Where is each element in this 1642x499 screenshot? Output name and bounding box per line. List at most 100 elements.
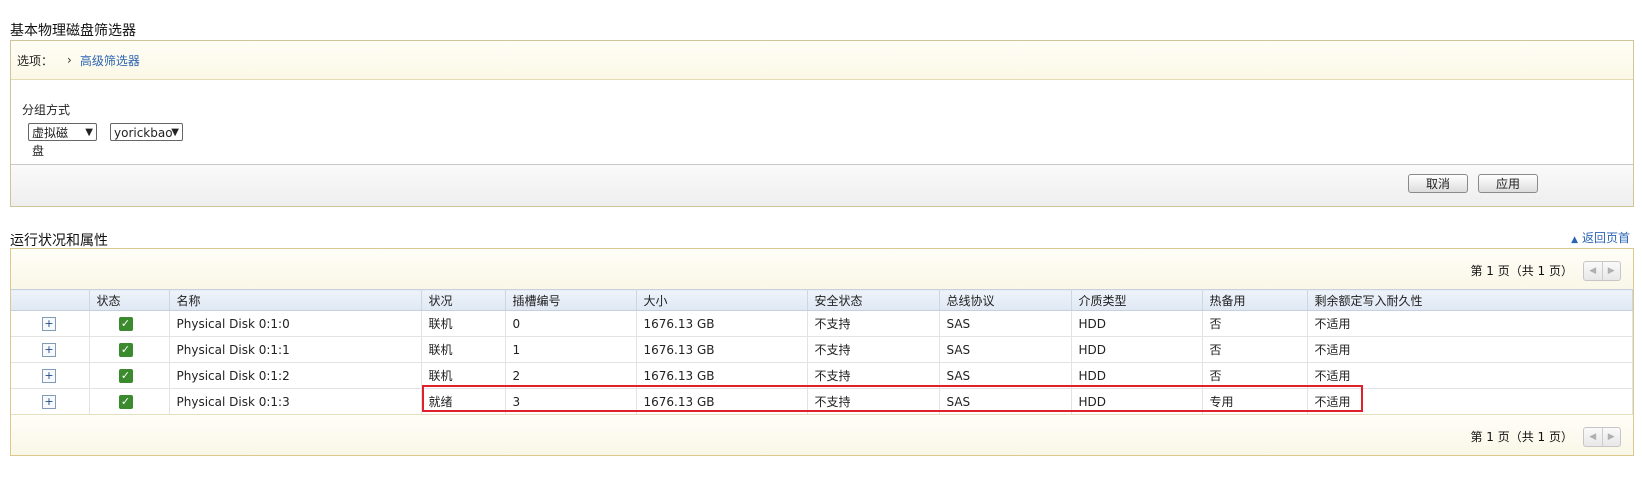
pager-text-bottom: 第 1 页（共 1 页） xyxy=(1470,430,1573,444)
results-section-title: 运行状况和属性 xyxy=(10,233,108,249)
status-cell: ✓ xyxy=(89,388,170,415)
disk-media: HDD xyxy=(1071,362,1203,389)
disk-bus: SAS xyxy=(939,388,1072,415)
disk-bus: SAS xyxy=(939,362,1072,389)
col-name[interactable]: 名称 xyxy=(169,289,422,311)
disk-bus: SAS xyxy=(939,336,1072,363)
plus-icon[interactable]: + xyxy=(42,369,56,383)
table-row: + ✓ Physical Disk 0:1:1 联机 1 1676.13 GB … xyxy=(11,336,1633,363)
filter-panel: 选项： › 高级筛选器 分组方式 虚拟磁盘 ▼ yorickbao ▼ 取消 应… xyxy=(10,40,1634,207)
pager-top: 第 1 页（共 1 页） ◀ ▶ xyxy=(11,249,1633,289)
next-page-button[interactable]: ▶ xyxy=(1601,428,1621,446)
group-by-label: 分组方式 xyxy=(22,103,71,117)
disk-slot: 1 xyxy=(505,336,637,363)
col-bus-protocol[interactable]: 总线协议 xyxy=(939,289,1072,311)
pager-text: 第 1 页（共 1 页） xyxy=(1470,264,1573,278)
disk-media: HDD xyxy=(1071,388,1203,415)
disk-state: 就绪 xyxy=(421,388,506,415)
disk-size: 1676.13 GB xyxy=(636,310,808,337)
triangle-up-icon: ▲ xyxy=(1571,235,1578,245)
check-icon: ✓ xyxy=(118,395,133,409)
disk-slot: 2 xyxy=(505,362,637,389)
cancel-button[interactable]: 取消 xyxy=(1408,174,1468,193)
expand-cell: + xyxy=(11,388,90,415)
table-row: + ✓ Physical Disk 0:1:3 就绪 3 1676.13 GB … xyxy=(11,388,1633,415)
col-media-type[interactable]: 介质类型 xyxy=(1071,289,1203,311)
chevron-right-icon: › xyxy=(67,53,72,67)
plus-icon[interactable]: + xyxy=(42,395,56,409)
table-header-row: 状态 名称 状况 插槽编号 大小 安全状态 总线协议 介质类型 热备用 剩余额定… xyxy=(11,289,1633,311)
plus-icon[interactable]: + xyxy=(42,343,56,357)
results-panel: 第 1 页（共 1 页） ◀ ▶ 状态 名称 状况 插槽编号 大小 安全状态 总… xyxy=(10,248,1634,456)
options-label: 选项： xyxy=(17,53,54,68)
col-endurance[interactable]: 剩余额定写入耐久性 xyxy=(1307,289,1633,311)
table-row: + ✓ Physical Disk 0:1:2 联机 2 1676.13 GB … xyxy=(11,362,1633,389)
expand-cell: + xyxy=(11,336,90,363)
advanced-filter-link[interactable]: 高级筛选器 xyxy=(80,52,140,69)
disk-hotspare: 否 xyxy=(1202,310,1308,337)
disk-security: 不支持 xyxy=(807,310,940,337)
col-expand xyxy=(11,289,90,311)
disk-name: Physical Disk 0:1:0 xyxy=(169,310,422,337)
pager-buttons: ◀ ▶ xyxy=(1583,261,1621,281)
back-to-top-link[interactable]: ▲ 返回页首 xyxy=(1571,229,1630,246)
check-icon: ✓ xyxy=(118,369,133,383)
disk-table: 状态 名称 状况 插槽编号 大小 安全状态 总线协议 介质类型 热备用 剩余额定… xyxy=(11,289,1633,415)
disk-media: HDD xyxy=(1071,336,1203,363)
group-by-select-value: 虚拟磁盘 xyxy=(32,126,69,158)
expand-cell: + xyxy=(11,310,90,337)
status-cell: ✓ xyxy=(89,336,170,363)
chevron-down-icon: ▼ xyxy=(171,127,179,138)
group-by-select[interactable]: 虚拟磁盘 ▼ xyxy=(28,123,97,158)
disk-media: HDD xyxy=(1071,310,1203,337)
col-security[interactable]: 安全状态 xyxy=(807,289,940,311)
col-status[interactable]: 状态 xyxy=(89,289,170,311)
disk-size: 1676.13 GB xyxy=(636,388,808,415)
disk-security: 不支持 xyxy=(807,388,940,415)
disk-state: 联机 xyxy=(421,310,506,337)
disk-slot: 3 xyxy=(505,388,637,415)
filter-section-title: 基本物理磁盘筛选器 xyxy=(10,23,136,39)
disk-endurance: 不适用 xyxy=(1307,362,1633,389)
disk-bus: SAS xyxy=(939,310,1072,337)
virtual-disk-select[interactable]: yorickbao ▼ xyxy=(110,123,183,141)
status-cell: ✓ xyxy=(89,362,170,389)
prev-page-button[interactable]: ◀ xyxy=(1584,428,1602,446)
disk-endurance: 不适用 xyxy=(1307,388,1633,415)
apply-button[interactable]: 应用 xyxy=(1478,174,1538,193)
expand-cell: + xyxy=(11,362,90,389)
check-icon: ✓ xyxy=(118,317,133,331)
virtual-disk-select-value: yorickbao xyxy=(114,126,173,140)
disk-endurance: 不适用 xyxy=(1307,310,1633,337)
col-size[interactable]: 大小 xyxy=(636,289,808,311)
disk-security: 不支持 xyxy=(807,362,940,389)
col-hot-spare[interactable]: 热备用 xyxy=(1202,289,1308,311)
plus-icon[interactable]: + xyxy=(42,317,56,331)
disk-hotspare: 否 xyxy=(1202,336,1308,363)
disk-name: Physical Disk 0:1:1 xyxy=(169,336,422,363)
disk-state: 联机 xyxy=(421,362,506,389)
disk-hotspare: 专用 xyxy=(1202,388,1308,415)
prev-page-button[interactable]: ◀ xyxy=(1584,262,1602,280)
disk-size: 1676.13 GB xyxy=(636,362,808,389)
options-bar: 选项： › 高级筛选器 xyxy=(11,41,1633,80)
back-to-top-label: 返回页首 xyxy=(1581,231,1630,245)
next-page-button[interactable]: ▶ xyxy=(1601,262,1621,280)
disk-state: 联机 xyxy=(421,336,506,363)
disk-endurance: 不适用 xyxy=(1307,336,1633,363)
chevron-down-icon: ▼ xyxy=(85,127,93,138)
pager-bottom: 第 1 页（共 1 页） ◀ ▶ xyxy=(11,414,1633,455)
table-row: + ✓ Physical Disk 0:1:0 联机 0 1676.13 GB … xyxy=(11,310,1633,337)
check-icon: ✓ xyxy=(118,343,133,357)
disk-hotspare: 否 xyxy=(1202,362,1308,389)
disk-size: 1676.13 GB xyxy=(636,336,808,363)
status-cell: ✓ xyxy=(89,310,170,337)
pager-buttons-bottom: ◀ ▶ xyxy=(1583,427,1621,447)
disk-security: 不支持 xyxy=(807,336,940,363)
col-slot[interactable]: 插槽编号 xyxy=(505,289,637,311)
disk-name: Physical Disk 0:1:3 xyxy=(169,388,422,415)
disk-slot: 0 xyxy=(505,310,637,337)
col-state[interactable]: 状况 xyxy=(421,289,506,311)
disk-name: Physical Disk 0:1:2 xyxy=(169,362,422,389)
filter-panel-footer: 取消 应用 xyxy=(11,164,1633,206)
